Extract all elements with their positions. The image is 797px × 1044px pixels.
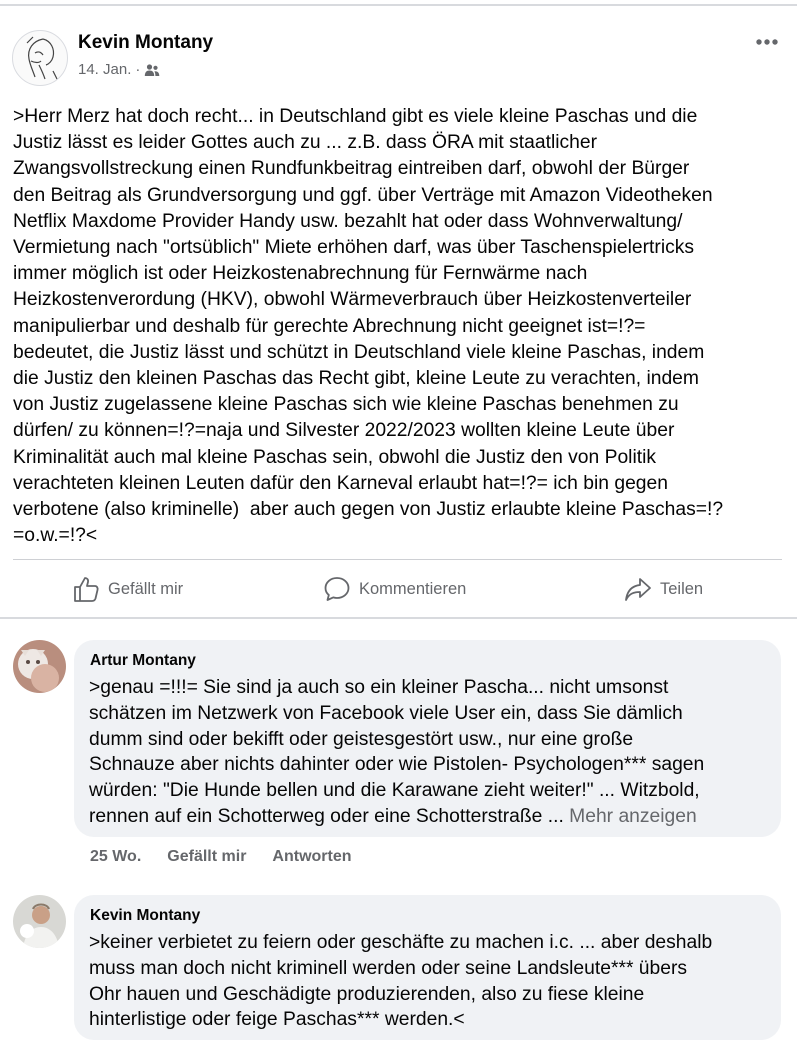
- like-button[interactable]: Gefällt mir: [72, 562, 183, 616]
- person-photo-avatar-icon: [13, 895, 66, 948]
- comment-actions: 25 Wo. Gefällt mir Antworten: [90, 848, 352, 866]
- share-button[interactable]: Teilen: [624, 562, 703, 616]
- post-author-name[interactable]: Kevin Montany: [78, 32, 213, 54]
- comment-button[interactable]: Kommentieren: [323, 562, 466, 616]
- comment-label: Kommentieren: [359, 579, 467, 598]
- cat-photo-avatar-icon: [13, 640, 66, 693]
- comment-author[interactable]: Kevin Montany: [90, 907, 200, 925]
- share-label: Teilen: [660, 579, 704, 598]
- meta-separator: ·: [135, 61, 141, 78]
- post-header: Kevin Montany 14. Jan. ·: [12, 28, 785, 88]
- comment-text: >genau =!!!= Sie sind ja auch so ein kle…: [89, 675, 769, 830]
- comments-divider: [0, 617, 797, 619]
- comment-text: >keiner verbietet zu feiern oder geschäf…: [89, 932, 713, 1031]
- comment-bubble-icon: [324, 577, 350, 601]
- share-arrow-icon: [625, 578, 651, 601]
- actions-divider: [13, 559, 782, 560]
- commenter-avatar[interactable]: [13, 640, 66, 693]
- comment-text-body: >genau =!!!= Sie sind ja auch so ein kle…: [89, 677, 705, 827]
- commenter-avatar[interactable]: [13, 895, 66, 948]
- sketch-face-avatar-icon: [26, 36, 60, 84]
- post-date[interactable]: 14. Jan.: [78, 61, 131, 78]
- comment-bubble: Artur Montany >genau =!!!= Sie sind ja a…: [74, 640, 781, 837]
- show-more-link[interactable]: Mehr anzeigen: [569, 806, 697, 827]
- more-dots-icon: [756, 39, 778, 45]
- post-more-button[interactable]: [751, 30, 783, 54]
- post-meta: 14. Jan. ·: [78, 61, 160, 78]
- comment-timestamp[interactable]: 25 Wo.: [90, 848, 141, 866]
- post-author-avatar[interactable]: [12, 30, 68, 86]
- post-body-text: >Herr Merz hat doch recht... in Deutschl…: [13, 106, 724, 547]
- post-action-bar: Gefällt mir Kommentieren Teilen: [0, 562, 797, 616]
- like-label: Gefällt mir: [108, 579, 184, 598]
- top-divider: [0, 4, 797, 6]
- comment-like-button[interactable]: Gefällt mir: [167, 848, 246, 866]
- comment-bubble: Kevin Montany >keiner verbietet zu feier…: [74, 895, 781, 1040]
- comment-reply-button[interactable]: Antworten: [272, 848, 351, 866]
- thumbs-up-icon: [74, 577, 99, 602]
- comment-author[interactable]: Artur Montany: [90, 652, 196, 670]
- friends-icon: [145, 63, 160, 76]
